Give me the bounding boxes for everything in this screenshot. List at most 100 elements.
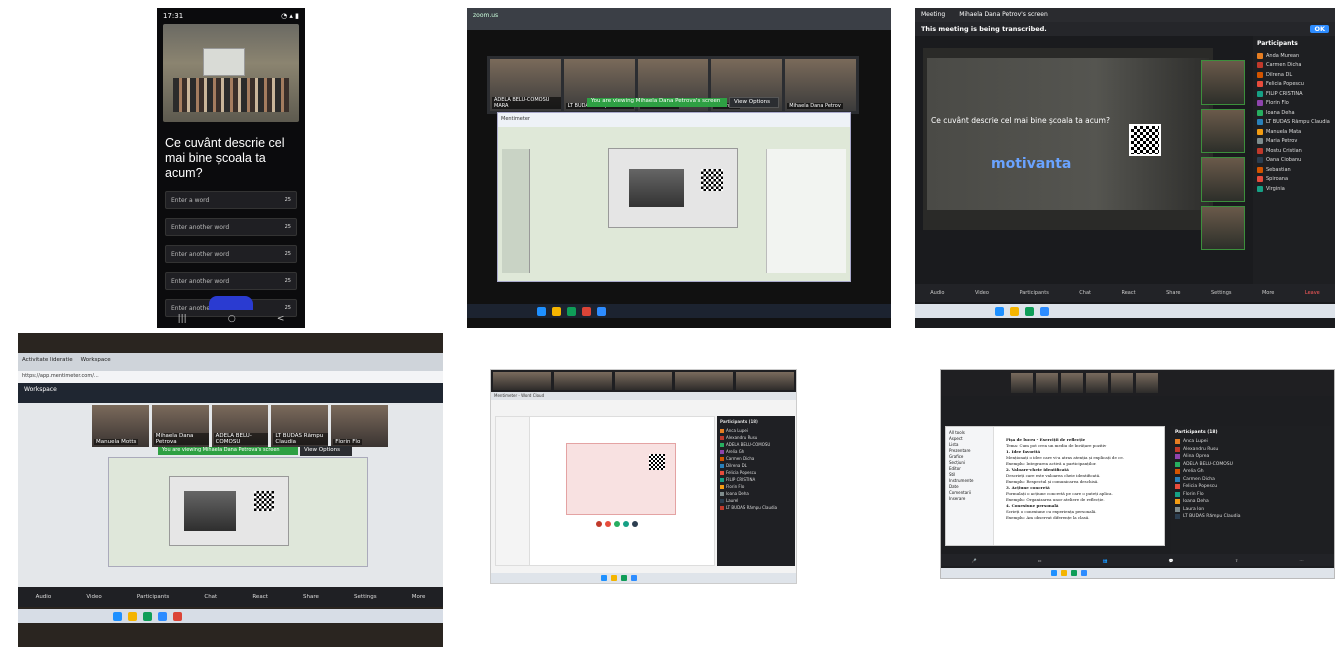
settings-panel[interactable] bbox=[766, 149, 846, 273]
participant-row[interactable]: Oana Ciobanu bbox=[1257, 156, 1331, 166]
browser-icon[interactable] bbox=[1025, 306, 1034, 316]
participant-row[interactable]: Ioana Deha bbox=[720, 490, 792, 497]
word-input-3[interactable]: Enter another word 25 bbox=[165, 245, 297, 263]
slide-list[interactable] bbox=[496, 417, 530, 565]
tab[interactable]: Activitate lideratie bbox=[22, 357, 73, 367]
folder-icon[interactable] bbox=[1010, 306, 1019, 316]
video-tile[interactable]: ADELA BELU-COMOSU bbox=[211, 405, 269, 447]
participant-row[interactable]: Ioana Deha bbox=[1257, 108, 1331, 118]
participant-row[interactable]: Sebastian bbox=[1257, 165, 1331, 175]
zoom-icon[interactable] bbox=[1040, 306, 1049, 316]
browser-icon[interactable] bbox=[567, 306, 576, 316]
participant-row[interactable]: Felicia Popescu bbox=[1175, 483, 1327, 491]
participants-icon[interactable]: 👥 bbox=[1103, 558, 1108, 563]
windows-icon[interactable] bbox=[601, 575, 607, 581]
video-tile[interactable] bbox=[675, 372, 734, 390]
video-tile[interactable] bbox=[1201, 157, 1245, 202]
settings-button[interactable]: Settings bbox=[354, 594, 377, 600]
video-tile[interactable] bbox=[1111, 373, 1133, 393]
participant-row[interactable]: Dilrena DL bbox=[720, 462, 792, 469]
folder-icon[interactable] bbox=[1061, 570, 1067, 576]
participant-row[interactable]: Carmen Dicha bbox=[1257, 61, 1331, 71]
video-tile[interactable] bbox=[553, 372, 612, 390]
windows-icon[interactable] bbox=[1051, 570, 1057, 576]
participant-row[interactable]: Spiroana bbox=[1257, 175, 1331, 185]
participant-row[interactable]: Ioana Deha bbox=[1175, 498, 1327, 506]
participant-row[interactable]: Carmen Dicha bbox=[720, 455, 792, 462]
participant-row[interactable]: Maria Petrov bbox=[1257, 137, 1331, 147]
participant-row[interactable]: Dilrena DL bbox=[1257, 70, 1331, 80]
participant-row[interactable]: Felicia Popescu bbox=[720, 469, 792, 476]
zoom-icon[interactable] bbox=[597, 306, 606, 316]
home-button[interactable]: ○ bbox=[228, 314, 236, 324]
submit-button[interactable] bbox=[209, 296, 253, 310]
participant-row[interactable]: Laurel bbox=[720, 497, 792, 504]
participant-row[interactable]: Alina Oprea bbox=[1175, 453, 1327, 461]
participant-row[interactable]: Manuela Mata bbox=[1257, 127, 1331, 137]
audio-button[interactable]: Audio bbox=[930, 290, 944, 296]
participant-row[interactable]: LT BUDAS Rămpu Claudia bbox=[1257, 118, 1331, 128]
zoom-icon[interactable] bbox=[1081, 570, 1087, 576]
video-tile[interactable] bbox=[1136, 373, 1158, 393]
video-icon[interactable]: ▭ bbox=[1038, 558, 1042, 563]
participants-button[interactable]: Participants bbox=[137, 594, 169, 600]
video-button[interactable]: Video bbox=[975, 290, 989, 296]
windows-icon[interactable] bbox=[995, 306, 1004, 316]
address-bar[interactable]: https://app.mentimeter.com/... bbox=[18, 371, 443, 383]
video-tile[interactable] bbox=[1086, 373, 1108, 393]
participants-button[interactable]: Participants bbox=[1019, 290, 1048, 296]
video-tile[interactable]: Manuela Motts bbox=[92, 405, 149, 447]
participant-row[interactable]: Florin Flo bbox=[1175, 491, 1327, 499]
zoom-icon[interactable] bbox=[158, 611, 167, 621]
word-input-4[interactable]: Enter another word 25 bbox=[165, 272, 297, 290]
chat-button[interactable]: Chat bbox=[1079, 290, 1091, 296]
zoom-icon[interactable] bbox=[631, 575, 637, 581]
participant-row[interactable]: ADELA BELU-COMOSU bbox=[1175, 461, 1327, 469]
color-dots[interactable] bbox=[596, 521, 638, 527]
share-icon[interactable]: ⇪ bbox=[1235, 558, 1238, 563]
video-button[interactable]: Video bbox=[86, 594, 101, 600]
browser-tabs[interactable]: Mentimeter - Word Cloud bbox=[491, 392, 796, 400]
view-options-button[interactable]: View Options bbox=[300, 446, 352, 456]
audio-icon[interactable]: 🎤 bbox=[972, 558, 977, 563]
more-icon[interactable]: ⋯ bbox=[1299, 558, 1303, 563]
video-tile[interactable]: Mihaela Dana Petrov bbox=[785, 59, 856, 111]
windows-icon[interactable] bbox=[113, 611, 122, 621]
participant-row[interactable]: LT BUDAS Rămpu Claudia bbox=[720, 504, 792, 511]
app-icon[interactable] bbox=[582, 306, 591, 316]
participant-row[interactable]: Anda Murean bbox=[1257, 51, 1331, 61]
participant-row[interactable]: ADELA BELU-COMOSU bbox=[720, 441, 792, 448]
participant-row[interactable]: FILIP CRISTINA bbox=[1257, 89, 1331, 99]
video-tile[interactable] bbox=[1061, 373, 1083, 393]
participant-row[interactable]: Anca Lupei bbox=[1175, 438, 1327, 446]
word-input-2[interactable]: Enter another word 25 bbox=[165, 218, 297, 236]
video-tile[interactable] bbox=[1201, 108, 1245, 153]
folder-icon[interactable] bbox=[552, 306, 561, 316]
windows-icon[interactable] bbox=[537, 306, 546, 316]
chat-icon[interactable]: 💬 bbox=[1169, 558, 1174, 563]
leave-button[interactable]: Leave bbox=[1305, 290, 1320, 296]
audio-button[interactable]: Audio bbox=[36, 594, 52, 600]
video-tile[interactable]: Mihaela Dana Petrova bbox=[151, 405, 209, 447]
word-input-1[interactable]: Enter a word 25 bbox=[165, 191, 297, 209]
participant-row[interactable]: Carmen Dicha bbox=[1175, 476, 1327, 484]
participant-row[interactable]: Alexandru Rusu bbox=[720, 434, 792, 441]
folder-icon[interactable] bbox=[611, 575, 617, 581]
participant-row[interactable]: Florin Flo bbox=[720, 483, 792, 490]
back-button[interactable]: < bbox=[277, 314, 285, 324]
participant-row[interactable]: Anca Lupei bbox=[720, 427, 792, 434]
slide-list[interactable] bbox=[502, 149, 530, 273]
ok-button[interactable]: OK bbox=[1310, 25, 1329, 33]
share-button[interactable]: Share bbox=[1166, 290, 1180, 296]
react-button[interactable]: React bbox=[252, 594, 268, 600]
participant-row[interactable]: Florin Flo bbox=[1257, 99, 1331, 109]
app-icon[interactable] bbox=[173, 611, 182, 621]
participant-row[interactable]: Arelia Gh bbox=[1175, 468, 1327, 476]
browser-icon[interactable] bbox=[1071, 570, 1077, 576]
participant-row[interactable]: Alexandru Rusu bbox=[1175, 446, 1327, 454]
react-button[interactable]: React bbox=[1121, 290, 1135, 296]
tab[interactable]: Workspace bbox=[81, 357, 111, 367]
more-button[interactable]: More bbox=[1262, 290, 1274, 296]
participant-row[interactable]: Virginia bbox=[1257, 184, 1331, 194]
share-button[interactable]: Share bbox=[303, 594, 319, 600]
